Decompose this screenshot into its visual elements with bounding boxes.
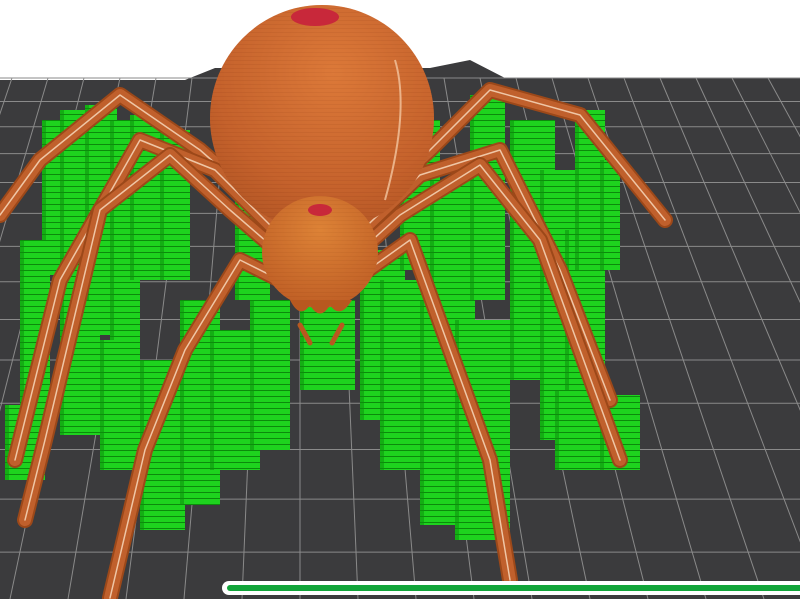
layer-progress-fill — [227, 585, 800, 591]
layer-slider[interactable] — [222, 581, 800, 595]
print-preview-viewport[interactable] — [0, 0, 800, 599]
top-layer-marker — [291, 8, 339, 26]
layer-preview-canvas[interactable] — [0, 0, 800, 599]
